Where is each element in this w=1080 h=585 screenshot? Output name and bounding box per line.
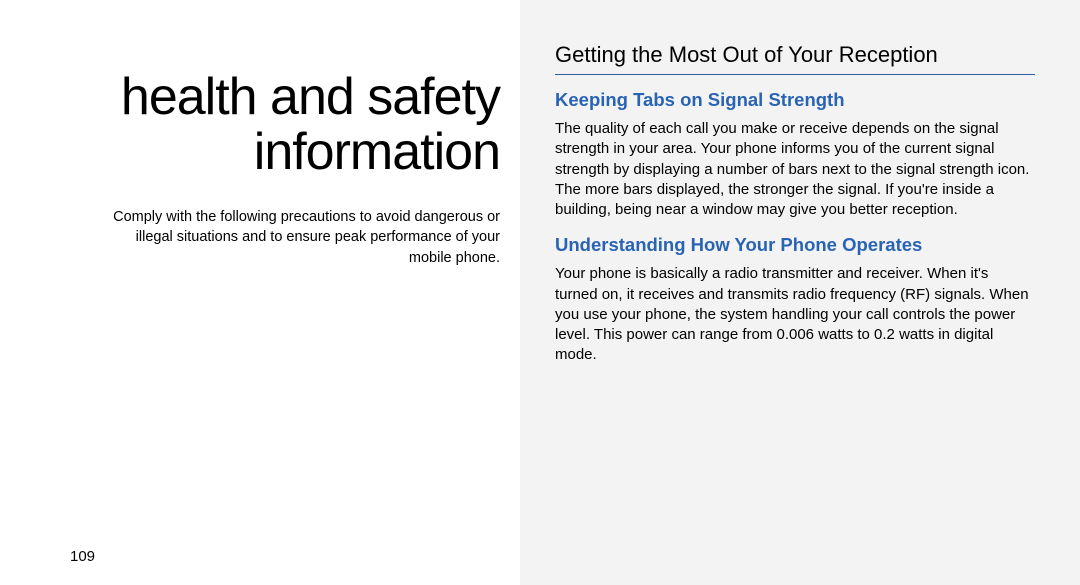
chapter-title: health and safety information: [70, 70, 500, 179]
title-line-1: health and safety: [121, 68, 500, 126]
section-title: Getting the Most Out of Your Reception: [555, 42, 1035, 75]
subheading-phone-operates: Understanding How Your Phone Operates: [555, 234, 1035, 256]
body-signal-strength: The quality of each call you make or rec…: [555, 119, 1035, 220]
body-phone-operates: Your phone is basically a radio transmit…: [555, 264, 1035, 365]
right-page: Getting the Most Out of Your Reception K…: [520, 0, 1080, 585]
subheading-signal-strength: Keeping Tabs on Signal Strength: [555, 89, 1035, 111]
title-line-2: information: [254, 123, 500, 181]
page-number: 109: [70, 548, 95, 565]
left-page: health and safety information Comply wit…: [0, 0, 520, 585]
chapter-intro: Comply with the following precautions to…: [70, 207, 500, 268]
